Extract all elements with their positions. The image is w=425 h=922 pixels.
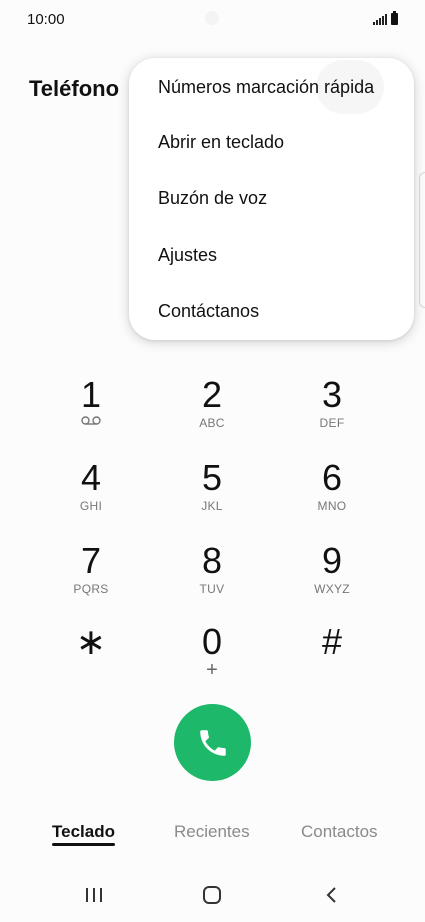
edge-panel-handle[interactable] [419, 172, 425, 308]
menu-item-contact-us[interactable]: Contáctanos [129, 284, 414, 340]
key-digit: 7 [80, 540, 102, 581]
battery-icon [391, 11, 398, 25]
menu-item-open-keypad[interactable]: Abrir en teclado [129, 114, 414, 170]
key-digit: ∗ [75, 621, 107, 662]
key-letters: GHI [79, 499, 103, 513]
key-4[interactable]: 4 GHI [41, 459, 141, 529]
key-5[interactable]: 5 JKL [162, 459, 262, 529]
key-digit: 2 [201, 374, 223, 415]
back-icon [326, 887, 336, 903]
key-digit: 5 [201, 457, 223, 498]
menu-item-settings[interactable]: Ajustes [129, 227, 414, 283]
key-digit: # [321, 621, 343, 662]
home-icon [203, 886, 221, 904]
status-icons [373, 11, 398, 25]
key-9[interactable]: 9 WXYZ [282, 542, 382, 612]
recent-apps-button[interactable] [79, 880, 109, 910]
voicemail-icon [81, 416, 101, 425]
tab-keypad[interactable]: Teclado [52, 822, 115, 842]
key-digit: 8 [201, 540, 223, 581]
overflow-menu: Números marcación rápida Abrir en teclad… [129, 58, 414, 340]
key-8[interactable]: 8 TUV [162, 542, 262, 612]
key-digit: 4 [80, 457, 102, 498]
key-star[interactable]: ∗ [41, 623, 141, 693]
key-digit: 1 [80, 374, 102, 415]
back-button[interactable] [317, 880, 347, 910]
status-time: 10:00 [27, 11, 65, 28]
tab-contacts[interactable]: Contactos [301, 822, 378, 842]
status-bar: 10:00 [0, 0, 425, 40]
key-letters: ABC [199, 416, 225, 430]
key-digit: 9 [321, 540, 343, 581]
page-title: Teléfono [29, 76, 120, 101]
key-7[interactable]: 7 PQRS [41, 542, 141, 612]
key-digit: 6 [321, 457, 343, 498]
key-letters: JKL [201, 499, 223, 513]
key-digit: 0 [201, 621, 223, 662]
menu-item-voicemail[interactable]: Buzón de voz [129, 171, 414, 227]
key-3[interactable]: 3 DEF [282, 376, 382, 446]
key-digit: 3 [321, 374, 343, 415]
recent-apps-icon [86, 888, 102, 902]
tab-active-indicator [52, 843, 115, 846]
key-letters: DEF [319, 416, 345, 430]
key-letters: TUV [199, 582, 225, 596]
home-button[interactable] [197, 880, 227, 910]
key-hash[interactable]: # [282, 623, 382, 693]
key-0[interactable]: 0 + [162, 623, 262, 693]
key-plus: + [206, 659, 218, 681]
key-2[interactable]: 2 ABC [162, 376, 262, 446]
key-letters: WXYZ [314, 582, 350, 596]
call-button[interactable] [174, 704, 251, 781]
tab-recents[interactable]: Recientes [174, 822, 250, 842]
phone-icon [199, 729, 226, 756]
key-6[interactable]: 6 MNO [282, 459, 382, 529]
camera-cutout [205, 11, 219, 25]
key-1[interactable]: 1 [41, 376, 141, 446]
signal-icon [373, 13, 387, 25]
system-navbar [0, 864, 425, 922]
bottom-tabs: Teclado Recientes Contactos [0, 814, 425, 854]
key-letters: PQRS [73, 582, 109, 596]
key-letters: MNO [317, 499, 347, 513]
menu-item-speed-dial[interactable]: Números marcación rápida [129, 58, 414, 114]
